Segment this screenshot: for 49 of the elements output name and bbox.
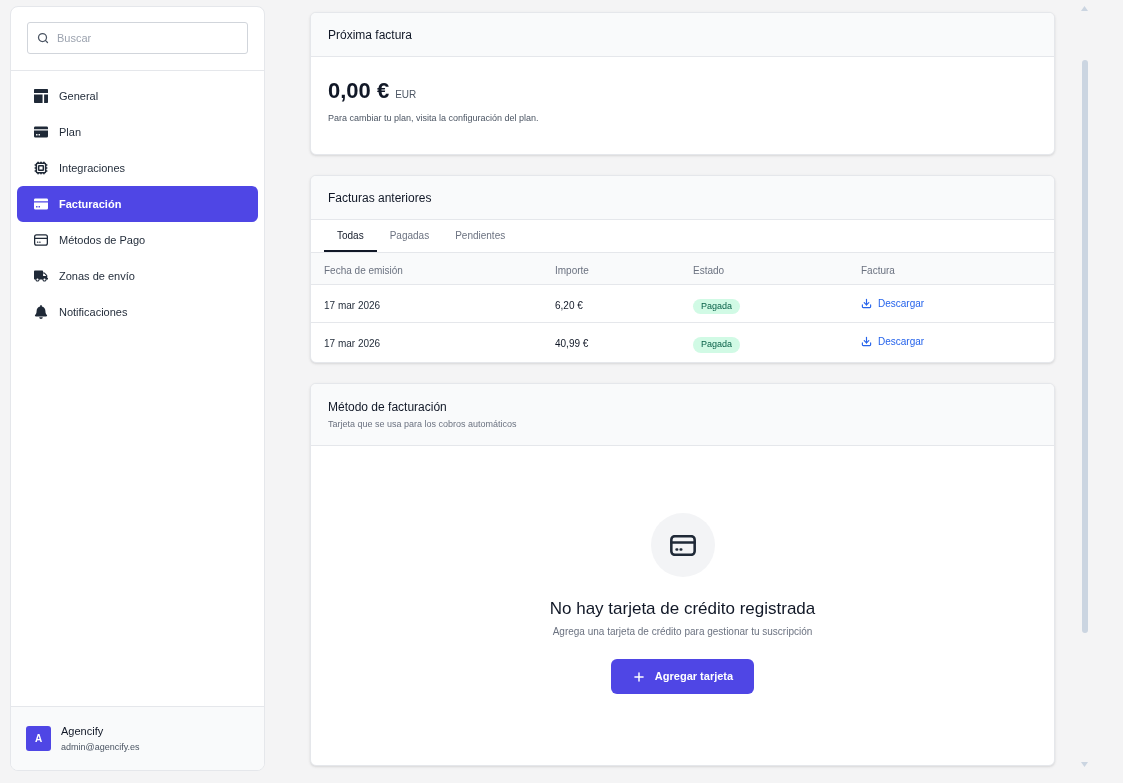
nav-item[interactable]: Zonas de envío bbox=[17, 258, 258, 294]
chip-icon bbox=[34, 161, 48, 175]
empty-state-text: Agrega una tarjeta de crédito para gestionar tu suscripción bbox=[552, 625, 813, 639]
currency: EUR bbox=[395, 88, 417, 102]
nav-item[interactable]: Integraciones bbox=[17, 150, 258, 186]
nav-item[interactable]: General bbox=[17, 78, 258, 114]
account-email: admin@agencify.es bbox=[61, 740, 140, 754]
account-name: Agencify bbox=[61, 723, 105, 739]
tab[interactable]: Pendientes bbox=[442, 220, 519, 252]
credit-card-icon bbox=[34, 125, 48, 139]
card-title: Facturas anteriores bbox=[328, 189, 433, 206]
table-cell: 17 mar 2026 bbox=[324, 338, 381, 349]
plan-note: Para cambiar tu plan, visita la configuración del plan. bbox=[328, 112, 540, 125]
download-icon bbox=[861, 336, 872, 347]
card-title: Método de facturación bbox=[328, 398, 448, 415]
download-icon bbox=[861, 297, 872, 309]
column-header: Estado bbox=[693, 264, 725, 276]
scroll-up-icon[interactable] bbox=[1081, 6, 1088, 11]
status-badge: Pagada bbox=[693, 337, 741, 353]
table-cell: 6,20 € bbox=[555, 299, 583, 311]
card-subtitle: Tarjeta que se usa para los cobros automáticos bbox=[328, 417, 518, 431]
card-title: Próxima factura bbox=[328, 26, 414, 43]
table-cell: 17 mar 2026 bbox=[324, 299, 381, 311]
amount: 0,00 € bbox=[328, 77, 390, 105]
nav-item[interactable]: Plan bbox=[17, 114, 258, 150]
column-header: Importe bbox=[555, 264, 589, 276]
plus-icon bbox=[631, 669, 646, 684]
download-link[interactable]: Descargar bbox=[861, 334, 925, 349]
search-field[interactable]: Buscar bbox=[27, 22, 248, 54]
scrollbar-thumb[interactable] bbox=[1081, 60, 1088, 633]
nav-item[interactable]: Métodos de Pago bbox=[17, 222, 258, 258]
empty-state-title: No hay tarjeta de crédito registrada bbox=[549, 598, 816, 620]
truck-icon bbox=[34, 269, 48, 283]
column-header: Fecha de emisión bbox=[324, 264, 403, 276]
nav-item[interactable]: Facturación bbox=[17, 186, 258, 222]
credit-card-icon bbox=[34, 197, 48, 211]
tab[interactable]: Pagadas bbox=[376, 220, 443, 252]
search-icon bbox=[37, 32, 49, 44]
download-link[interactable]: Descargar bbox=[861, 295, 925, 311]
column-header: Factura bbox=[861, 264, 895, 276]
add-card-button[interactable]: Agregar tarjeta bbox=[610, 659, 755, 694]
nav-item[interactable]: Notificaciones bbox=[17, 294, 258, 330]
credit-card-icon bbox=[34, 233, 48, 247]
layout-icon bbox=[34, 89, 48, 103]
status-badge: Pagada bbox=[693, 298, 741, 314]
table-cell: 40,99 € bbox=[555, 338, 589, 349]
bell-icon bbox=[34, 305, 48, 319]
scroll-down-icon[interactable] bbox=[1081, 762, 1088, 767]
avatar: A bbox=[26, 726, 51, 751]
